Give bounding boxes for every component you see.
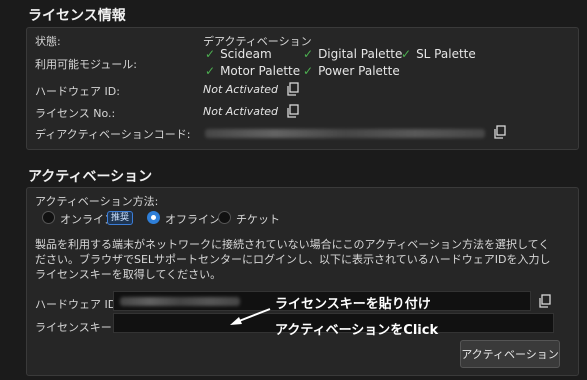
module-motor-palette: ✓ Motor Palette	[205, 64, 301, 78]
modules-label: 利用可能モジュール:	[35, 58, 137, 71]
checkmark-icon: ✓	[401, 47, 412, 61]
license-section-title: ライセンス情報	[28, 8, 126, 24]
activation-panel: アクティベーション方法: オンライン 推奨 オフライン チケット 製品を利用する…	[26, 187, 579, 376]
radio-ticket-label[interactable]: チケット	[236, 211, 280, 227]
click-activation-note: アクティベーションをClick	[275, 323, 439, 338]
license-panel: 状態: デアクティベーション 利用可能モジュール: ✓ Scideam ✓ Digi…	[26, 27, 579, 150]
hardware-id-value: Not Activated	[203, 83, 279, 96]
deactivation-code-label: ディアクティベーションコード:	[35, 128, 191, 141]
activation-section-title: アクティベーション	[28, 169, 153, 185]
copy-hardware-id-icon[interactable]	[286, 82, 300, 96]
activation-method-label: アクティベーション方法:	[35, 195, 159, 208]
arrow-icon	[230, 308, 271, 325]
copy-deactivation-code-icon[interactable]	[493, 125, 507, 139]
copy-license-no-icon[interactable]	[286, 104, 300, 118]
module-power-palette: ✓ Power Palette	[303, 64, 400, 78]
activate-button[interactable]: アクティベーション	[460, 340, 560, 368]
copy-activation-hardware-id-icon[interactable]	[538, 294, 552, 308]
license-no-value: Not Activated	[203, 105, 279, 118]
hardware-id-label: ハードウェア ID:	[35, 85, 120, 98]
checkmark-icon: ✓	[205, 47, 216, 61]
deactivation-code-value-redacted	[205, 129, 485, 138]
module-scideam: ✓ Scideam	[205, 47, 272, 61]
recommended-badge: 推奨	[107, 211, 134, 225]
activation-description: 製品を利用する端末がネットワークに接続されていない場合にこのアクティベーション方…	[35, 238, 551, 281]
radio-offline-label[interactable]: オフライン	[165, 211, 220, 227]
radio-offline[interactable]	[147, 211, 160, 224]
activation-hardware-id-label: ハードウェア ID:	[35, 298, 120, 311]
license-key-label: ライセンスキー:	[35, 321, 116, 334]
radio-ticket[interactable]	[218, 211, 231, 224]
module-sl-palette: ✓ SL Palette	[401, 47, 476, 61]
hardware-id-field-value-redacted	[120, 297, 240, 306]
checkmark-icon: ✓	[303, 47, 314, 61]
checkmark-icon: ✓	[205, 64, 216, 78]
radio-online[interactable]	[42, 211, 55, 224]
module-digital-palette: ✓ Digital Palette	[303, 47, 403, 61]
status-label: 状態:	[35, 35, 61, 48]
license-no-label: ライセンス No.:	[35, 107, 116, 120]
paste-license-key-note: ライセンスキーを貼り付け	[275, 297, 431, 312]
checkmark-icon: ✓	[303, 64, 314, 78]
